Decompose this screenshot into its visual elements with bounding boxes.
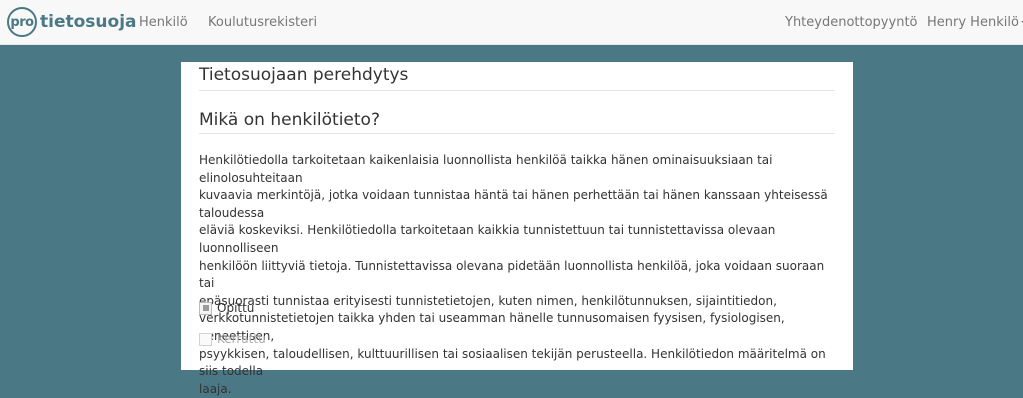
paragraph-line: kuvaavia merkintöjä, jotka voidaan tunni… xyxy=(199,188,828,220)
paragraph-line: verkkotunnistetietojen taikka yhden tai … xyxy=(199,311,785,343)
user-menu[interactable]: Henry Henkilö xyxy=(927,15,1023,30)
opittu-label: Opittu xyxy=(217,301,255,315)
paragraph-line: Henkilötiedolla tarkoitetaan kaikenlaisi… xyxy=(199,153,773,185)
brand-logo[interactable]: pro tietosuoja xyxy=(7,0,137,45)
nav-link-henkilo[interactable]: Henkilö xyxy=(139,15,188,30)
check-kerrattu: Kerrattu xyxy=(199,332,266,346)
content-panel: Tietosuojaan perehdytys Mikä on henkilöt… xyxy=(181,62,853,396)
paragraph-line: eläviä koskeviksi. Henkilötiedolla tarko… xyxy=(199,223,776,255)
check-opittu[interactable]: Opittu xyxy=(199,301,254,315)
logo-circle: pro xyxy=(7,7,37,37)
kerrattu-label: Kerrattu xyxy=(217,332,266,346)
nav-link-koulutusrekisteri[interactable]: Koulutusrekisteri xyxy=(208,15,317,30)
logo-mark: pro xyxy=(10,14,34,30)
nav-link-contact[interactable]: Yhteydenottopyyntö xyxy=(785,15,918,30)
body-paragraph: Henkilötiedolla tarkoitetaan kaikenlaisi… xyxy=(199,152,839,398)
paragraph-line: epäsuorasti tunnistaa erityisesti tunnis… xyxy=(199,293,777,308)
top-navbar: pro tietosuoja Henkilö Koulutusrekisteri… xyxy=(0,0,1023,45)
paragraph-line: henkilöön liittyviä tietoja. Tunnistetta… xyxy=(199,258,825,291)
check-mark-icon xyxy=(202,305,209,311)
opittu-checkbox[interactable] xyxy=(199,301,212,315)
kerrattu-checkbox xyxy=(199,332,212,346)
paragraph-line: psyykkisen, taloudellisen, kulttuurillis… xyxy=(199,346,826,379)
user-name: Henry Henkilö xyxy=(927,15,1019,30)
logo-name: tietosuoja xyxy=(40,12,137,32)
section-title: Mikä on henkilötieto? xyxy=(199,110,835,134)
page-title: Tietosuojaan perehdytys xyxy=(199,65,835,91)
paragraph-line: laaja. xyxy=(199,381,232,396)
